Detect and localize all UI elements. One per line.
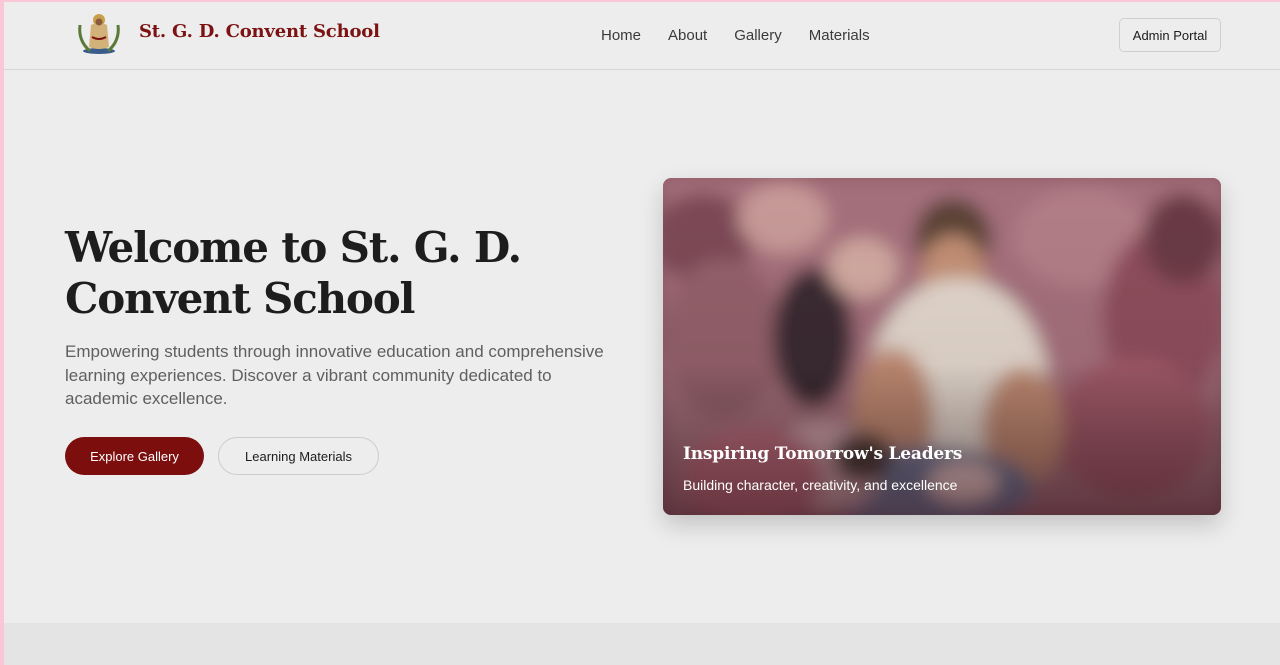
page: St. G. D. Convent School Home About Gall… [4,2,1280,665]
brand-name[interactable]: St. G. D. Convent School [139,21,380,42]
hero-description: Empowering students through innovative e… [65,342,604,408]
main-nav: Home About Gallery Materials [601,27,870,44]
explore-gallery-button[interactable]: Explore Gallery [65,437,204,475]
card-subtitle: Building character, creativity, and exce… [683,477,958,493]
hero-title: Welcome to St. G. D. Convent School [65,223,522,323]
nav-materials[interactable]: Materials [809,27,870,44]
nav-home[interactable]: Home [601,27,641,44]
school-logo-icon[interactable] [74,11,124,55]
classroom-photo [663,178,1221,515]
nav-gallery[interactable]: Gallery [734,27,782,44]
feature-image-card: Inspiring Tomorrow's Leaders Building ch… [663,178,1221,515]
next-section-band [4,623,1280,665]
card-title: Inspiring Tomorrow's Leaders [683,444,963,464]
nav-about[interactable]: About [668,27,707,44]
learning-materials-button[interactable]: Learning Materials [218,437,379,475]
admin-portal-button[interactable]: Admin Portal [1119,18,1221,52]
site-header: St. G. D. Convent School Home About Gall… [4,2,1280,70]
